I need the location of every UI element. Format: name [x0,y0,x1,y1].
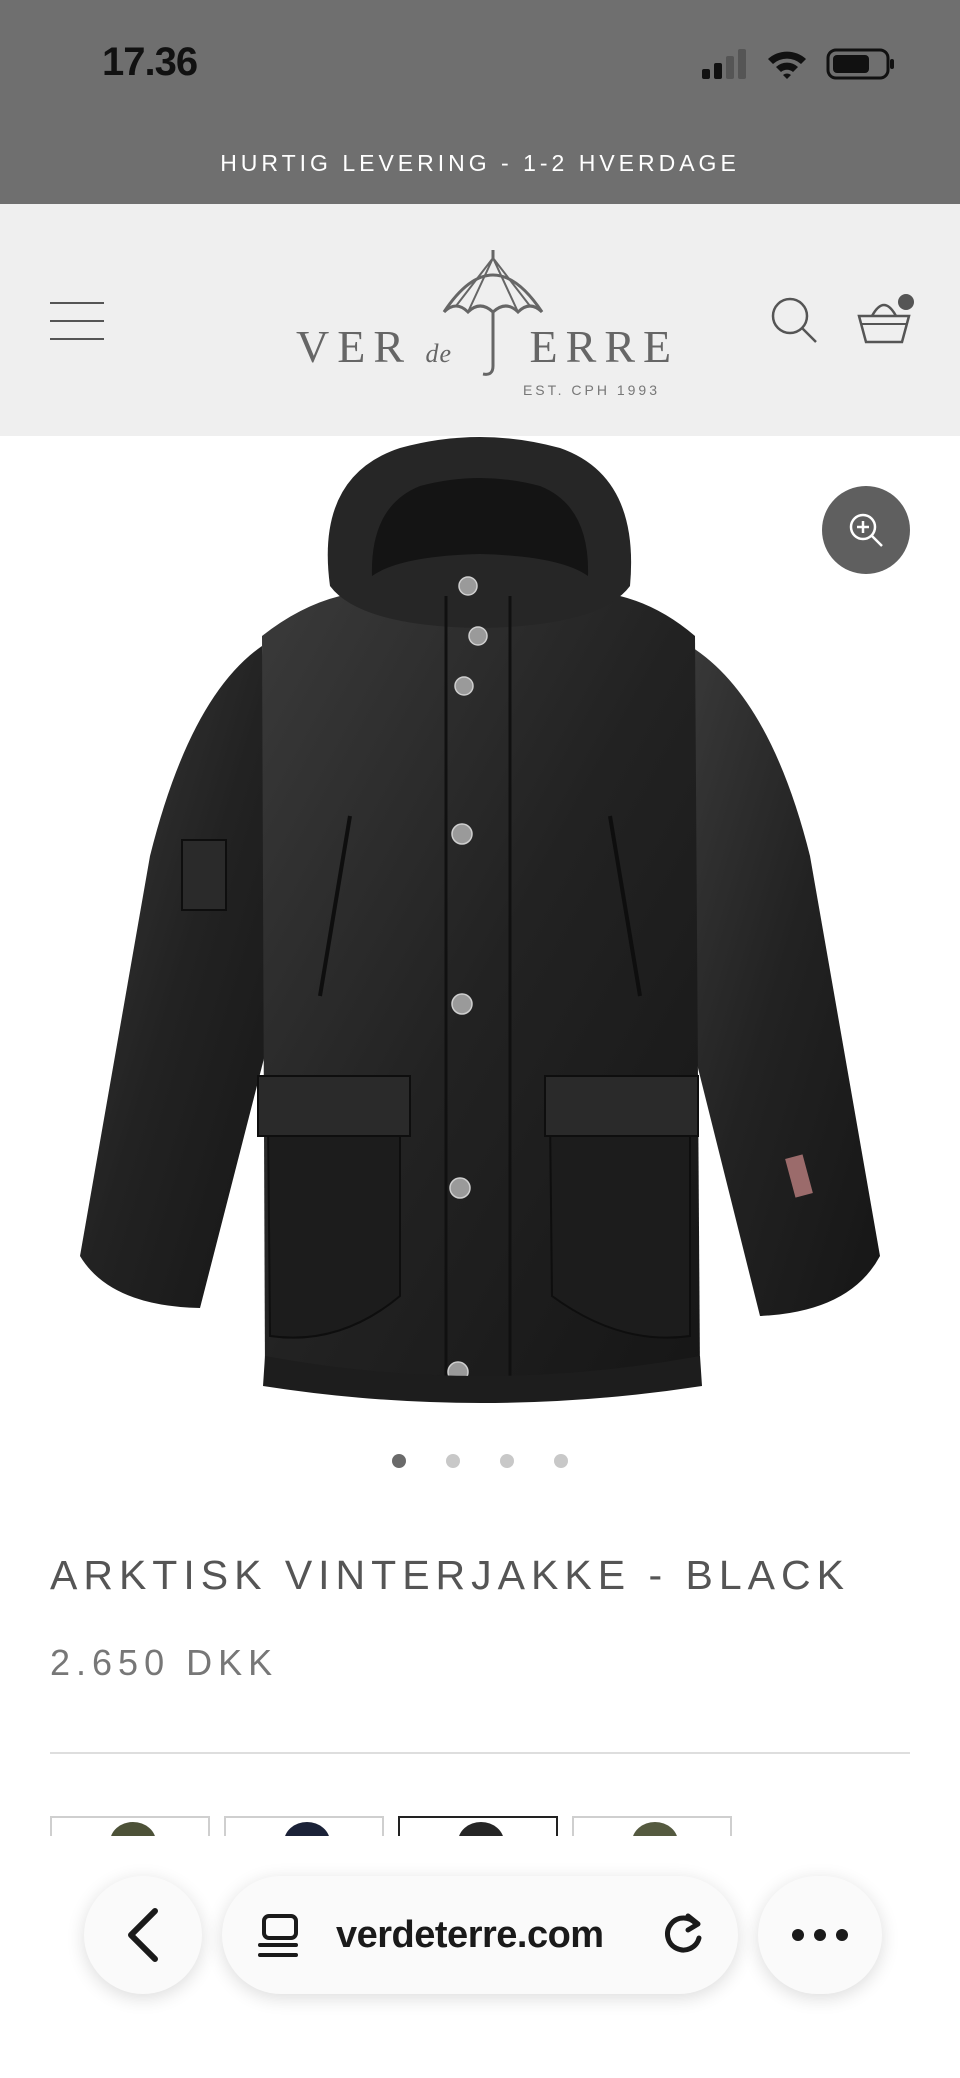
carousel-dot[interactable] [554,1454,568,1468]
search-icon[interactable] [770,296,820,346]
brand-logo[interactable]: VER de ERRE EST. CPH 1993 [296,248,671,408]
carousel-dot[interactable] [446,1454,460,1468]
variant-swatch[interactable] [50,1816,210,1836]
announcement-bar: HURTIG LEVERING - 1-2 HVERDAGE [0,122,960,204]
reload-icon[interactable] [658,1910,708,1960]
chevron-left-icon[interactable] [84,1876,202,1994]
product-image[interactable] [0,436,960,1420]
zoom-in-icon[interactable] [822,486,910,574]
product-title: ARKTISK VINTERJAKKE - BLACK [50,1552,850,1598]
hamburger-menu-icon[interactable] [50,302,104,342]
page-layout-icon[interactable] [256,1912,304,1960]
jacket-image [80,437,880,1403]
carousel-dot[interactable] [500,1454,514,1468]
url-text: verdeterre.com [336,1914,604,1956]
image-carousel-dots [0,1454,960,1474]
logo-tagline: EST. CPH 1993 [522,382,660,398]
variant-swatch[interactable] [572,1816,732,1836]
status-bar: 17.36 [0,0,960,122]
logo-wordmark: VER de ERRE [296,321,680,372]
product-price: 2.650 DKK [50,1642,279,1683]
wifi-icon [768,51,806,79]
carousel-dot[interactable] [392,1454,406,1468]
variant-swatch-selected[interactable] [398,1816,558,1836]
more-horizontal-icon[interactable] [758,1876,882,1994]
shopping-basket-icon[interactable] [856,290,920,350]
battery-icon [826,48,894,80]
cellular-signal-icon [702,49,746,79]
status-icons [702,44,896,84]
status-time: 17.36 [102,40,198,84]
address-bar[interactable]: verdeterre.com [222,1876,738,1994]
variant-swatch[interactable] [224,1816,384,1836]
divider [50,1752,910,1754]
color-variants [50,1816,732,1836]
announcement-text: HURTIG LEVERING - 1-2 HVERDAGE [220,149,740,176]
site-header: VER de ERRE EST. CPH 1993 [0,204,960,436]
